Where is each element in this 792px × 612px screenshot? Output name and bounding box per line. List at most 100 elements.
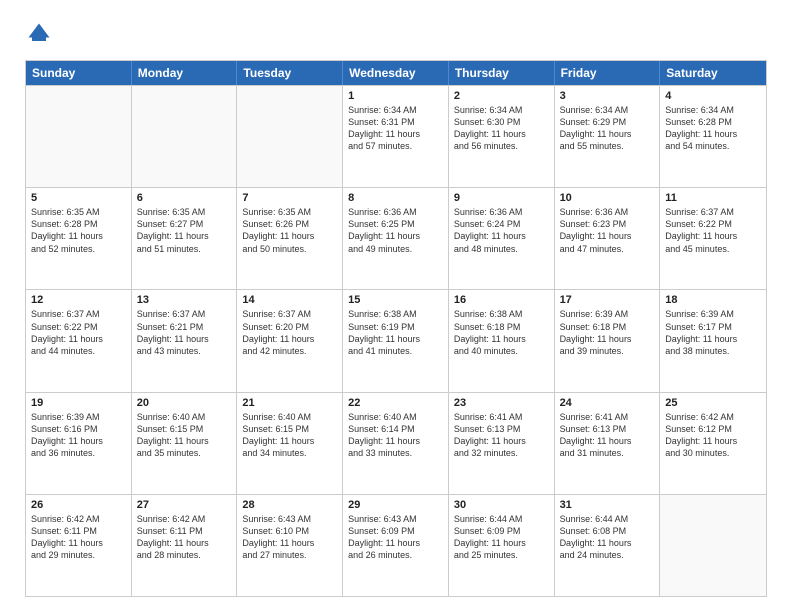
day-number: 4 (665, 90, 761, 102)
cal-cell: 12 Sunrise: 6:37 AM Sunset: 6:22 PM Dayli… (26, 290, 132, 391)
cell-info: Sunrise: 6:41 AM Sunset: 6:13 PM Dayligh… (454, 411, 549, 460)
cell-info: Sunrise: 6:37 AM Sunset: 6:20 PM Dayligh… (242, 308, 337, 357)
cell-info: Sunrise: 6:42 AM Sunset: 6:12 PM Dayligh… (665, 411, 761, 460)
header-friday: Friday (555, 61, 661, 85)
day-number: 16 (454, 294, 549, 306)
day-number: 18 (665, 294, 761, 306)
cal-cell: 26 Sunrise: 6:42 AM Sunset: 6:11 PM Dayli… (26, 495, 132, 596)
calendar-body: 1 Sunrise: 6:34 AM Sunset: 6:31 PM Daylig… (26, 85, 766, 596)
header-monday: Monday (132, 61, 238, 85)
cal-cell (660, 495, 766, 596)
cal-cell: 7 Sunrise: 6:35 AM Sunset: 6:26 PM Daylig… (237, 188, 343, 289)
cal-cell (26, 86, 132, 187)
cell-info: Sunrise: 6:43 AM Sunset: 6:10 PM Dayligh… (242, 513, 337, 562)
header (25, 20, 767, 48)
header-saturday: Saturday (660, 61, 766, 85)
cell-info: Sunrise: 6:40 AM Sunset: 6:14 PM Dayligh… (348, 411, 443, 460)
cell-info: Sunrise: 6:41 AM Sunset: 6:13 PM Dayligh… (560, 411, 655, 460)
header-sunday: Sunday (26, 61, 132, 85)
day-number: 23 (454, 397, 549, 409)
cal-cell: 30 Sunrise: 6:44 AM Sunset: 6:09 PM Dayli… (449, 495, 555, 596)
week-row-2: 12 Sunrise: 6:37 AM Sunset: 6:22 PM Dayli… (26, 289, 766, 391)
cal-cell: 6 Sunrise: 6:35 AM Sunset: 6:27 PM Daylig… (132, 188, 238, 289)
day-number: 8 (348, 192, 443, 204)
cell-info: Sunrise: 6:42 AM Sunset: 6:11 PM Dayligh… (31, 513, 126, 562)
cal-cell: 9 Sunrise: 6:36 AM Sunset: 6:24 PM Daylig… (449, 188, 555, 289)
cal-cell: 25 Sunrise: 6:42 AM Sunset: 6:12 PM Dayli… (660, 393, 766, 494)
page: SundayMondayTuesdayWednesdayThursdayFrid… (0, 0, 792, 612)
cell-info: Sunrise: 6:37 AM Sunset: 6:22 PM Dayligh… (31, 308, 126, 357)
cal-cell: 8 Sunrise: 6:36 AM Sunset: 6:25 PM Daylig… (343, 188, 449, 289)
header-thursday: Thursday (449, 61, 555, 85)
cell-info: Sunrise: 6:34 AM Sunset: 6:30 PM Dayligh… (454, 104, 549, 153)
cal-cell: 15 Sunrise: 6:38 AM Sunset: 6:19 PM Dayli… (343, 290, 449, 391)
cal-cell: 16Sunrise: 6:38 AM Sunset: 6:18 PM Dayli… (449, 290, 555, 391)
day-number: 17 (560, 294, 655, 306)
week-row-4: 26 Sunrise: 6:42 AM Sunset: 6:11 PM Dayli… (26, 494, 766, 596)
cal-cell: 29Sunrise: 6:43 AM Sunset: 6:09 PM Dayli… (343, 495, 449, 596)
cell-info: Sunrise: 6:39 AM Sunset: 6:17 PM Dayligh… (665, 308, 761, 357)
cal-cell: 11 Sunrise: 6:37 AM Sunset: 6:22 PM Dayli… (660, 188, 766, 289)
cell-info: Sunrise: 6:38 AM Sunset: 6:19 PM Dayligh… (348, 308, 443, 357)
day-number: 31 (560, 499, 655, 511)
day-number: 10 (560, 192, 655, 204)
cell-info: Sunrise: 6:40 AM Sunset: 6:15 PM Dayligh… (242, 411, 337, 460)
cal-cell: 21 Sunrise: 6:40 AM Sunset: 6:15 PM Dayli… (237, 393, 343, 494)
cell-info: Sunrise: 6:39 AM Sunset: 6:16 PM Dayligh… (31, 411, 126, 460)
cell-info: Sunrise: 6:34 AM Sunset: 6:28 PM Dayligh… (665, 104, 761, 153)
day-number: 9 (454, 192, 549, 204)
cell-info: Sunrise: 6:35 AM Sunset: 6:27 PM Dayligh… (137, 206, 232, 255)
cal-cell (237, 86, 343, 187)
header-wednesday: Wednesday (343, 61, 449, 85)
day-number: 21 (242, 397, 337, 409)
day-number: 15 (348, 294, 443, 306)
cell-info: Sunrise: 6:35 AM Sunset: 6:28 PM Dayligh… (31, 206, 126, 255)
day-number: 27 (137, 499, 232, 511)
cell-info: Sunrise: 6:40 AM Sunset: 6:15 PM Dayligh… (137, 411, 232, 460)
day-number: 30 (454, 499, 549, 511)
day-number: 5 (31, 192, 126, 204)
day-number: 14 (242, 294, 337, 306)
header-tuesday: Tuesday (237, 61, 343, 85)
day-number: 24 (560, 397, 655, 409)
cell-info: Sunrise: 6:34 AM Sunset: 6:31 PM Dayligh… (348, 104, 443, 153)
cell-info: Sunrise: 6:39 AM Sunset: 6:18 PM Dayligh… (560, 308, 655, 357)
cal-cell: 18 Sunrise: 6:39 AM Sunset: 6:17 PM Dayli… (660, 290, 766, 391)
day-number: 7 (242, 192, 337, 204)
cal-cell: 19Sunrise: 6:39 AM Sunset: 6:16 PM Dayli… (26, 393, 132, 494)
cal-cell: 10 Sunrise: 6:36 AM Sunset: 6:23 PM Dayli… (555, 188, 661, 289)
cal-cell: 13Sunrise: 6:37 AM Sunset: 6:21 PM Dayli… (132, 290, 238, 391)
cal-cell: 4 Sunrise: 6:34 AM Sunset: 6:28 PM Daylig… (660, 86, 766, 187)
calendar: SundayMondayTuesdayWednesdayThursdayFrid… (25, 60, 767, 597)
cell-info: Sunrise: 6:37 AM Sunset: 6:22 PM Dayligh… (665, 206, 761, 255)
day-number: 26 (31, 499, 126, 511)
cell-info: Sunrise: 6:36 AM Sunset: 6:25 PM Dayligh… (348, 206, 443, 255)
day-number: 25 (665, 397, 761, 409)
day-number: 11 (665, 192, 761, 204)
day-number: 1 (348, 90, 443, 102)
day-number: 22 (348, 397, 443, 409)
calendar-header: SundayMondayTuesdayWednesdayThursdayFrid… (26, 61, 766, 85)
day-number: 12 (31, 294, 126, 306)
cell-info: Sunrise: 6:36 AM Sunset: 6:23 PM Dayligh… (560, 206, 655, 255)
day-number: 6 (137, 192, 232, 204)
cell-info: Sunrise: 6:44 AM Sunset: 6:08 PM Dayligh… (560, 513, 655, 562)
cal-cell: 23 Sunrise: 6:41 AM Sunset: 6:13 PM Dayli… (449, 393, 555, 494)
week-row-0: 1 Sunrise: 6:34 AM Sunset: 6:31 PM Daylig… (26, 85, 766, 187)
cal-cell: 14 Sunrise: 6:37 AM Sunset: 6:20 PM Dayli… (237, 290, 343, 391)
cal-cell: 2Sunrise: 6:34 AM Sunset: 6:30 PM Daylig… (449, 86, 555, 187)
cell-info: Sunrise: 6:43 AM Sunset: 6:09 PM Dayligh… (348, 513, 443, 562)
day-number: 13 (137, 294, 232, 306)
week-row-3: 19Sunrise: 6:39 AM Sunset: 6:16 PM Dayli… (26, 392, 766, 494)
logo (25, 20, 57, 48)
cal-cell: 28Sunrise: 6:43 AM Sunset: 6:10 PM Dayli… (237, 495, 343, 596)
cal-cell: 5 Sunrise: 6:35 AM Sunset: 6:28 PM Daylig… (26, 188, 132, 289)
day-number: 3 (560, 90, 655, 102)
cal-cell: 27Sunrise: 6:42 AM Sunset: 6:11 PM Dayli… (132, 495, 238, 596)
cal-cell: 1 Sunrise: 6:34 AM Sunset: 6:31 PM Daylig… (343, 86, 449, 187)
cell-info: Sunrise: 6:35 AM Sunset: 6:26 PM Dayligh… (242, 206, 337, 255)
cell-info: Sunrise: 6:36 AM Sunset: 6:24 PM Dayligh… (454, 206, 549, 255)
cell-info: Sunrise: 6:44 AM Sunset: 6:09 PM Dayligh… (454, 513, 549, 562)
week-row-1: 5 Sunrise: 6:35 AM Sunset: 6:28 PM Daylig… (26, 187, 766, 289)
cal-cell: 17 Sunrise: 6:39 AM Sunset: 6:18 PM Dayli… (555, 290, 661, 391)
